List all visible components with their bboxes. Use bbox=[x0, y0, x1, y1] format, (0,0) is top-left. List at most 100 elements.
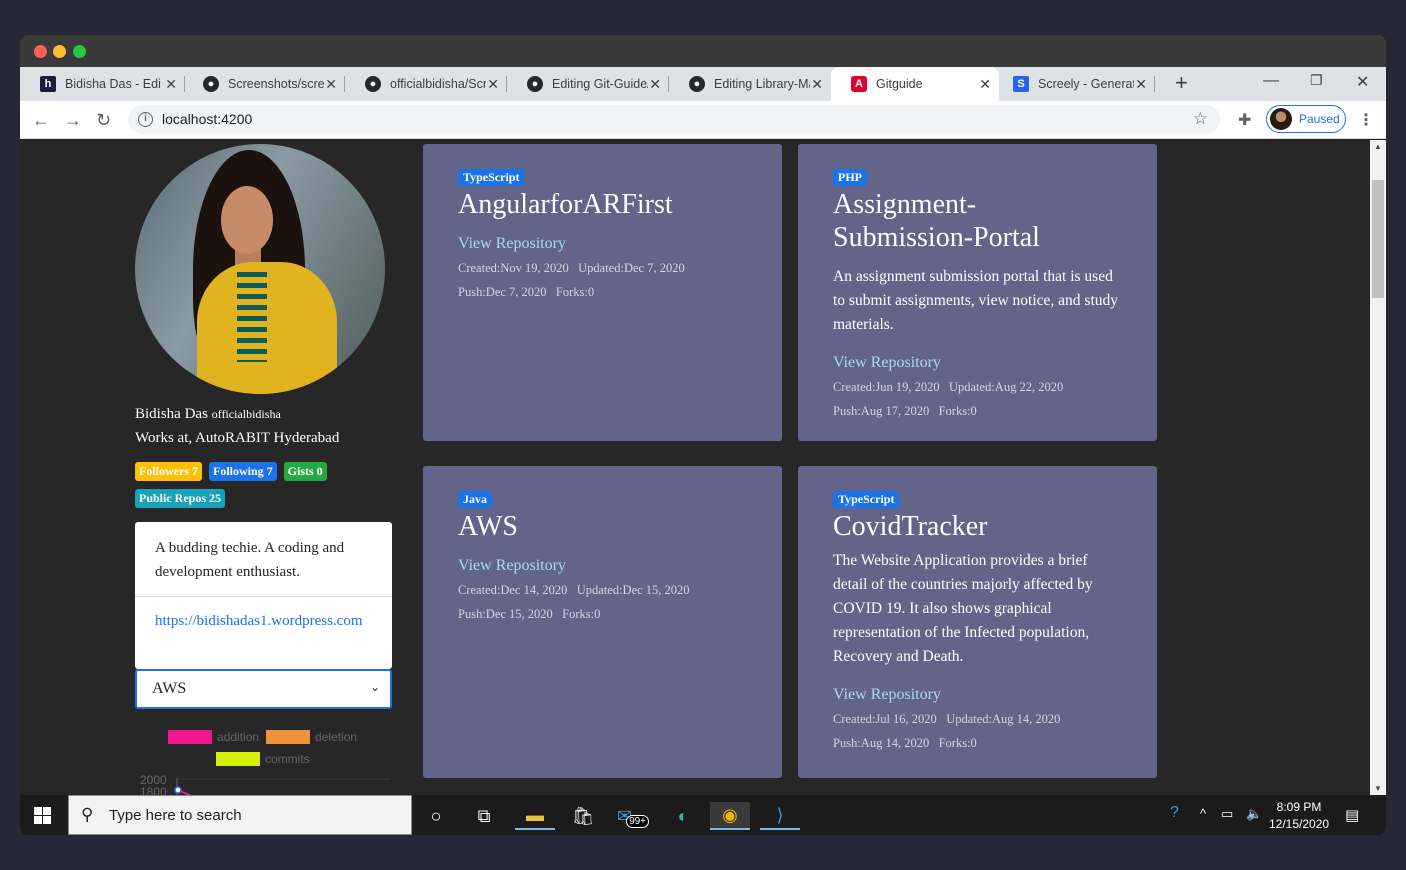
view-repository-link[interactable]: View Repository bbox=[458, 554, 747, 578]
clock-time: 8:09 PM bbox=[1276, 800, 1322, 814]
tab-bidisha-das-edit[interactable]: h Bidisha Das - Edit ✕ bbox=[20, 67, 185, 101]
back-arrow-icon[interactable]: ← bbox=[32, 110, 50, 130]
gists-badge[interactable]: Gists 0 bbox=[283, 462, 327, 481]
blog-link[interactable]: https://bidishadas1.wordpress.com bbox=[135, 597, 392, 645]
legend-commits[interactable]: commits bbox=[216, 752, 310, 766]
forks-count: Forks:0 bbox=[562, 607, 601, 621]
vertical-scrollbar[interactable]: ▲ ▼ bbox=[1370, 140, 1386, 795]
repo-select-value: AWS bbox=[152, 680, 187, 697]
cortana-circle-icon[interactable]: ○ bbox=[416, 802, 456, 830]
tab-label: Editing Library-Ma bbox=[714, 77, 810, 91]
chrome-icon[interactable]: ◉ bbox=[710, 802, 750, 830]
tab-screely[interactable]: S Screely - Generate ✕ bbox=[993, 67, 1155, 101]
close-tab-icon[interactable]: ✕ bbox=[979, 76, 991, 92]
kebab-menu-icon[interactable]: ⋮ bbox=[1358, 110, 1374, 130]
chevron-down-icon: ⌄ bbox=[369, 680, 380, 694]
close-window-dot[interactable] bbox=[34, 45, 47, 58]
legend-deletion[interactable]: deletion bbox=[266, 730, 357, 744]
tab-label: Screely - Generate bbox=[1038, 77, 1134, 91]
forward-arrow-icon[interactable]: → bbox=[64, 110, 82, 130]
windows-start-icon[interactable] bbox=[34, 807, 52, 825]
tab-editing-git-guide[interactable]: ● Editing Git-Guide/ ✕ bbox=[507, 67, 669, 101]
extensions-puzzle-icon[interactable]: ✚ bbox=[1238, 110, 1251, 130]
repo-name: CovidTracker bbox=[833, 511, 988, 542]
forks-count: Forks:0 bbox=[938, 404, 977, 418]
profile-bio: A budding techie. A coding and developme… bbox=[135, 522, 392, 597]
help-icon[interactable]: ? bbox=[1170, 804, 1179, 822]
clock-date: 12/15/2020 bbox=[1269, 817, 1330, 831]
close-tab-icon[interactable]: ✕ bbox=[325, 76, 337, 92]
minimize-window-dot[interactable] bbox=[53, 45, 66, 58]
legend-addition[interactable]: addition bbox=[168, 730, 259, 744]
minimize-icon[interactable]: — bbox=[1263, 72, 1279, 90]
scroll-down-arrow-icon[interactable]: ▼ bbox=[1374, 784, 1382, 793]
tab-editing-library[interactable]: ● Editing Library-Ma ✕ bbox=[669, 67, 831, 101]
file-explorer-icon[interactable]: ▬ bbox=[515, 802, 555, 830]
close-tab-icon[interactable]: ✕ bbox=[811, 76, 823, 92]
legend-swatch bbox=[266, 730, 310, 744]
repo-description: An assignment submission portal that is … bbox=[833, 268, 1119, 333]
tab-label: officialbidisha/Scre bbox=[390, 77, 486, 91]
scrollbar-thumb[interactable] bbox=[1372, 180, 1384, 298]
scroll-up-arrow-icon[interactable]: ▲ bbox=[1374, 142, 1382, 151]
address-bar[interactable]: i localhost:4200 ☆ bbox=[128, 105, 1220, 134]
star-bookmark-icon[interactable]: ☆ bbox=[1193, 109, 1208, 129]
vscode-icon[interactable]: ⟩ bbox=[760, 802, 800, 830]
edge-icon[interactable]: ◐ bbox=[663, 802, 703, 830]
created-date: Created:Dec 14, 2020 bbox=[458, 583, 568, 597]
info-icon[interactable]: i bbox=[138, 112, 153, 127]
notification-icon[interactable]: ▤ bbox=[1345, 806, 1359, 824]
view-repository-link[interactable]: View Repository bbox=[458, 232, 747, 256]
repo-select[interactable]: AWS ⌄ bbox=[135, 669, 392, 709]
profile-status: Paused bbox=[1299, 112, 1340, 126]
search-placeholder: Type here to search bbox=[109, 807, 242, 824]
avatar-pattern bbox=[237, 272, 267, 362]
taskbar-clock[interactable]: 8:09 PM 12/15/2020 bbox=[1269, 799, 1329, 833]
mail-icon[interactable]: ✉ 99+ bbox=[613, 802, 653, 830]
battery-icon[interactable]: ▭ bbox=[1221, 806, 1233, 822]
store-bag-icon[interactable]: 🛍 bbox=[563, 802, 603, 830]
avatar-dress bbox=[197, 262, 337, 394]
chart-area: 2000 1800 bbox=[140, 770, 400, 795]
updated-date: Updated:Aug 22, 2020 bbox=[948, 380, 1064, 394]
repo-description: The Website Application provides a brief… bbox=[833, 552, 1093, 665]
followers-badge[interactable]: Followers 7 bbox=[135, 462, 202, 481]
task-view-icon[interactable]: ⧉ bbox=[464, 802, 504, 830]
public-repos-badge[interactable]: Public Repos 25 bbox=[135, 489, 226, 508]
h-icon: h bbox=[40, 76, 56, 92]
title-bar bbox=[20, 35, 1386, 67]
new-tab-plus-icon[interactable]: + bbox=[1175, 72, 1188, 94]
close-tab-icon[interactable]: ✕ bbox=[165, 76, 177, 92]
language-badge: TypeScript bbox=[833, 491, 900, 508]
close-icon[interactable]: ✕ bbox=[1356, 72, 1369, 92]
tab-officialbidisha[interactable]: ● officialbidisha/Scre ✕ bbox=[345, 67, 507, 101]
repo-meta: Created:Nov 19, 2020 Updated:Dec 7, 2020 bbox=[458, 256, 747, 280]
taskbar-search[interactable]: ⚲ Type here to search bbox=[68, 795, 412, 835]
tab-gitguide[interactable]: A Gitguide ✕ bbox=[831, 67, 999, 101]
legend-label: addition bbox=[217, 730, 260, 744]
repo-name: Assignment-Submission-Portal bbox=[833, 189, 1040, 253]
legend-swatch bbox=[168, 730, 212, 744]
restore-icon[interactable]: ❐ bbox=[1310, 72, 1323, 89]
reload-icon[interactable]: ↻ bbox=[96, 110, 111, 130]
forks-count: Forks:0 bbox=[938, 736, 977, 750]
zoom-window-dot[interactable] bbox=[73, 45, 86, 58]
close-tab-icon[interactable]: ✕ bbox=[487, 76, 499, 92]
github-icon: ● bbox=[689, 76, 705, 92]
tab-label: Screenshots/scree bbox=[228, 77, 324, 91]
tab-screenshots[interactable]: ● Screenshots/scree ✕ bbox=[183, 67, 345, 101]
tab-strip: h Bidisha Das - Edit ✕ ● Screenshots/scr… bbox=[20, 67, 1386, 101]
created-date: Created:Jul 16, 2020 bbox=[833, 712, 937, 726]
profile-button[interactable]: Paused bbox=[1266, 105, 1346, 133]
volume-icon[interactable]: 🔈 bbox=[1246, 806, 1262, 822]
view-repository-link[interactable]: View Repository bbox=[833, 351, 1122, 375]
chevron-up-icon[interactable]: ^ bbox=[1200, 806, 1206, 821]
url-text[interactable]: localhost:4200 bbox=[162, 111, 252, 127]
repo-meta: Created:Dec 14, 2020 Updated:Dec 15, 202… bbox=[458, 578, 747, 602]
following-badge[interactable]: Following 7 bbox=[209, 462, 277, 481]
repo-meta: Created:Jul 16, 2020 Updated:Aug 14, 202… bbox=[833, 707, 1122, 731]
close-tab-icon[interactable]: ✕ bbox=[649, 76, 661, 92]
view-repository-link[interactable]: View Repository bbox=[833, 683, 1122, 707]
language-badge: Java bbox=[458, 491, 492, 508]
close-tab-icon[interactable]: ✕ bbox=[1135, 76, 1147, 92]
